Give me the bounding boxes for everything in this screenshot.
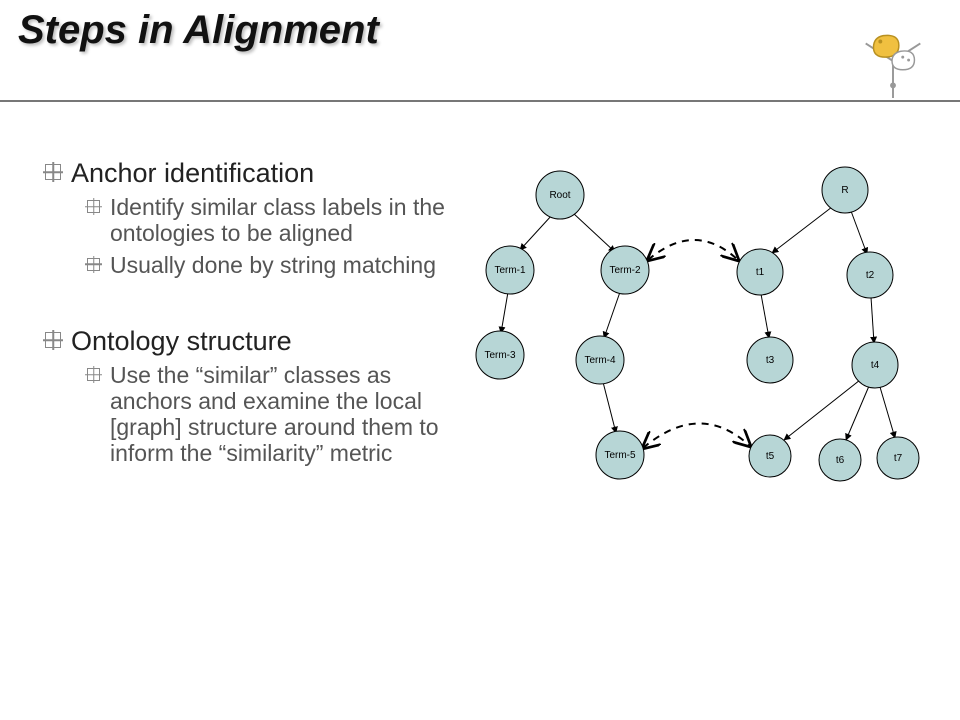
text-content: Anchor identification Identify similar c… xyxy=(45,140,475,466)
node-term2: Term-2 xyxy=(601,246,649,294)
node-term3: Term-3 xyxy=(476,331,524,379)
node-t4: t4 xyxy=(852,342,898,388)
svg-text:t7: t7 xyxy=(894,453,903,464)
node-t2: t2 xyxy=(847,252,893,298)
bullet-icon xyxy=(45,164,61,180)
node-t1: t1 xyxy=(737,249,783,295)
node-root: Root xyxy=(536,171,584,219)
bullet-icon xyxy=(45,332,61,348)
svg-text:t6: t6 xyxy=(836,455,845,466)
ontology-graph: Root Term-1 Term-2 Term-3 Term-4 Term-5 … xyxy=(470,160,940,520)
bullet-lvl1: Ontology structure xyxy=(45,326,475,357)
slide: Steps in Alignment Anchor identification… xyxy=(0,0,960,720)
bullet-icon xyxy=(87,368,100,381)
bullet-icon xyxy=(87,200,100,213)
logo-icon xyxy=(854,22,932,100)
node-term4: Term-4 xyxy=(576,336,624,384)
svg-text:R: R xyxy=(841,185,848,196)
bullet-text: Usually done by string matching xyxy=(110,253,436,279)
svg-text:Term-1: Term-1 xyxy=(494,265,526,276)
svg-text:Term-3: Term-3 xyxy=(484,350,516,361)
bullet-lvl1: Anchor identification xyxy=(45,158,475,189)
bullet-text: Identify similar class labels in the ont… xyxy=(110,195,475,247)
horizontal-rule xyxy=(0,100,960,102)
svg-text:t2: t2 xyxy=(866,270,875,281)
svg-text:Root: Root xyxy=(549,190,570,201)
slide-title: Steps in Alignment xyxy=(18,8,379,53)
bullet-lvl2: Use the “similar” classes as anchors and… xyxy=(87,363,475,466)
svg-text:t3: t3 xyxy=(766,355,775,366)
svg-text:t5: t5 xyxy=(766,451,775,462)
node-t7: t7 xyxy=(877,437,919,479)
bullet-lvl2: Identify similar class labels in the ont… xyxy=(87,195,475,247)
svg-text:Term-5: Term-5 xyxy=(604,450,636,461)
node-r: R xyxy=(822,167,868,213)
node-term1: Term-1 xyxy=(486,246,534,294)
bullet-icon xyxy=(87,258,100,271)
node-t6: t6 xyxy=(819,439,861,481)
svg-text:t1: t1 xyxy=(756,267,765,278)
svg-text:t4: t4 xyxy=(871,360,880,371)
bullet-text: Use the “similar” classes as anchors and… xyxy=(110,363,475,466)
node-t5: t5 xyxy=(749,435,791,477)
svg-text:Term-2: Term-2 xyxy=(609,265,641,276)
bullet-lvl2: Usually done by string matching xyxy=(87,253,475,279)
node-term5: Term-5 xyxy=(596,431,644,479)
bullet-text: Anchor identification xyxy=(71,158,314,189)
svg-text:Term-4: Term-4 xyxy=(584,355,616,366)
node-t3: t3 xyxy=(747,337,793,383)
similarity-link xyxy=(648,240,738,260)
bullet-text: Ontology structure xyxy=(71,326,292,357)
similarity-link xyxy=(643,423,750,448)
